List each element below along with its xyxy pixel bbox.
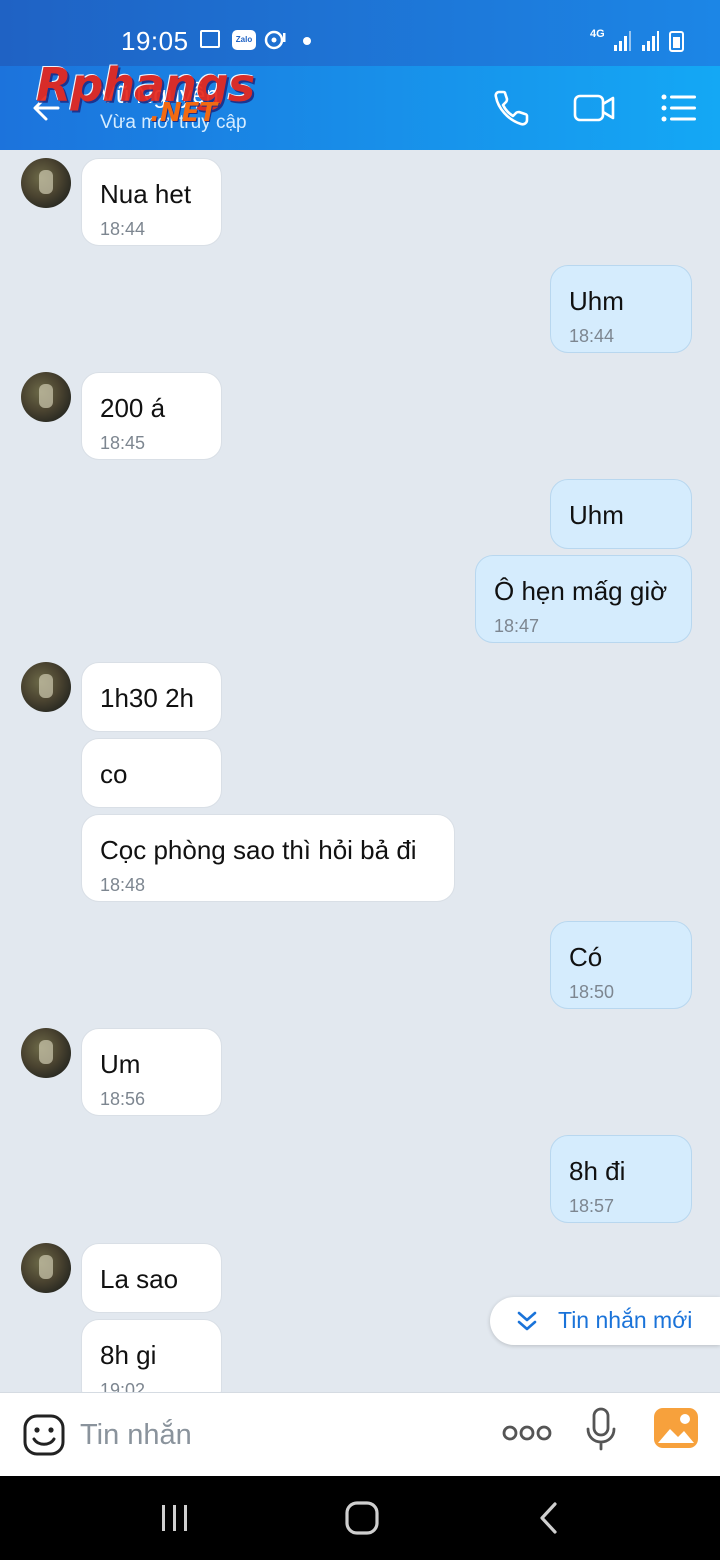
message-bubble-outgoing[interactable]: Uhm 18:44 (550, 265, 692, 353)
contact-avatar[interactable] (21, 1028, 71, 1078)
double-chevron-down-icon (517, 1311, 537, 1331)
message-bubble-incoming[interactable]: La sao (81, 1243, 222, 1313)
message-bubble-incoming[interactable]: Nua het 18:44 (81, 158, 222, 246)
message-input-bar (0, 1392, 720, 1476)
phone-call-icon[interactable] (490, 86, 534, 130)
chat-header: Vũ Nguyễn Vừa mới truy cập Rphangs .NET (0, 58, 720, 150)
message-bubble-outgoing[interactable]: Ô hẹn mấg giờ 18:47 (475, 555, 692, 643)
message-text: Uhm (569, 500, 624, 530)
more-options-icon[interactable] (502, 1421, 552, 1445)
signal-icon-2 (642, 31, 659, 51)
video-call-icon[interactable] (572, 86, 616, 130)
message-text: Nua het (100, 179, 192, 209)
message-text: 200 á (100, 393, 166, 423)
signal-icon (614, 31, 631, 51)
contact-avatar[interactable] (21, 372, 71, 422)
message-text: 1h30 2h (100, 683, 194, 713)
message-text: Có (569, 942, 603, 972)
more-notifications-dot (303, 37, 311, 45)
watermark-logo: Rphangs (36, 58, 255, 112)
recent-apps-icon[interactable] (155, 1500, 195, 1536)
message-text: Uhm (569, 286, 624, 316)
message-bubble-incoming[interactable]: 1h30 2h (81, 662, 222, 732)
message-time: 18:50 (569, 982, 615, 1002)
contact-avatar[interactable] (21, 158, 71, 208)
message-bubble-incoming[interactable]: Cọc phòng sao thì hỏi bả đi 18:48 (81, 814, 455, 902)
message-bubble-outgoing[interactable]: Uhm (550, 479, 692, 549)
message-text: 8h đi (569, 1156, 626, 1186)
message-time: 19:02 (100, 1380, 146, 1392)
gallery-notification-icon (200, 30, 220, 48)
message-time: 18:48 (100, 875, 146, 895)
back-nav-icon[interactable] (530, 1500, 570, 1536)
message-time: 18:56 (100, 1089, 146, 1109)
message-text: Um (100, 1049, 141, 1079)
message-time: 18:57 (569, 1196, 615, 1216)
watermark-logo-suffix: .NET (150, 98, 218, 128)
message-bubble-outgoing[interactable]: 8h đi 18:57 (550, 1135, 692, 1223)
message-text: La sao (100, 1264, 179, 1294)
network-type-label: 4G (590, 28, 605, 40)
menu-list-icon[interactable] (656, 86, 700, 130)
emoji-sticker-icon[interactable] (22, 1413, 66, 1457)
image-gallery-icon[interactable] (653, 1407, 699, 1449)
status-bar: 19:05 Zalo 4G (0, 0, 720, 66)
message-time: 18:45 (100, 433, 146, 453)
contact-avatar[interactable] (21, 1243, 71, 1293)
message-bubble-incoming[interactable]: co (81, 738, 222, 808)
message-text: 8h gi (100, 1340, 157, 1370)
zalo-notification-icon: Zalo (232, 30, 256, 50)
microphone-icon[interactable] (584, 1407, 618, 1451)
message-bubble-incoming[interactable]: 8h gi 19:02 (81, 1319, 222, 1392)
message-time: 18:44 (100, 219, 146, 239)
chat-notification-icon (264, 30, 286, 50)
new-messages-button[interactable]: Tin nhắn mới (490, 1297, 720, 1345)
contact-avatar[interactable] (21, 662, 71, 712)
message-text: Cọc phòng sao thì hỏi bả đi (100, 835, 417, 865)
message-time: 18:47 (494, 616, 540, 636)
message-bubble-outgoing[interactable]: Có 18:50 (550, 921, 692, 1009)
message-text: co (100, 759, 128, 789)
battery-icon (669, 31, 684, 52)
message-bubble-incoming[interactable]: Um 18:56 (81, 1028, 222, 1116)
home-icon[interactable] (342, 1500, 382, 1536)
message-time: 18:44 (569, 326, 615, 346)
chat-messages-area[interactable]: Nua het 18:44 Uhm 18:44 200 á 18:45 Uhm … (0, 150, 720, 1392)
message-text: Ô hẹn mấg giờ (494, 576, 668, 606)
new-messages-label: Tin nhắn mới (558, 1307, 693, 1333)
message-bubble-incoming[interactable]: 200 á 18:45 (81, 372, 222, 460)
status-time: 19:05 (121, 26, 189, 56)
system-navigation-bar (0, 1476, 720, 1560)
message-input[interactable] (80, 1415, 460, 1455)
